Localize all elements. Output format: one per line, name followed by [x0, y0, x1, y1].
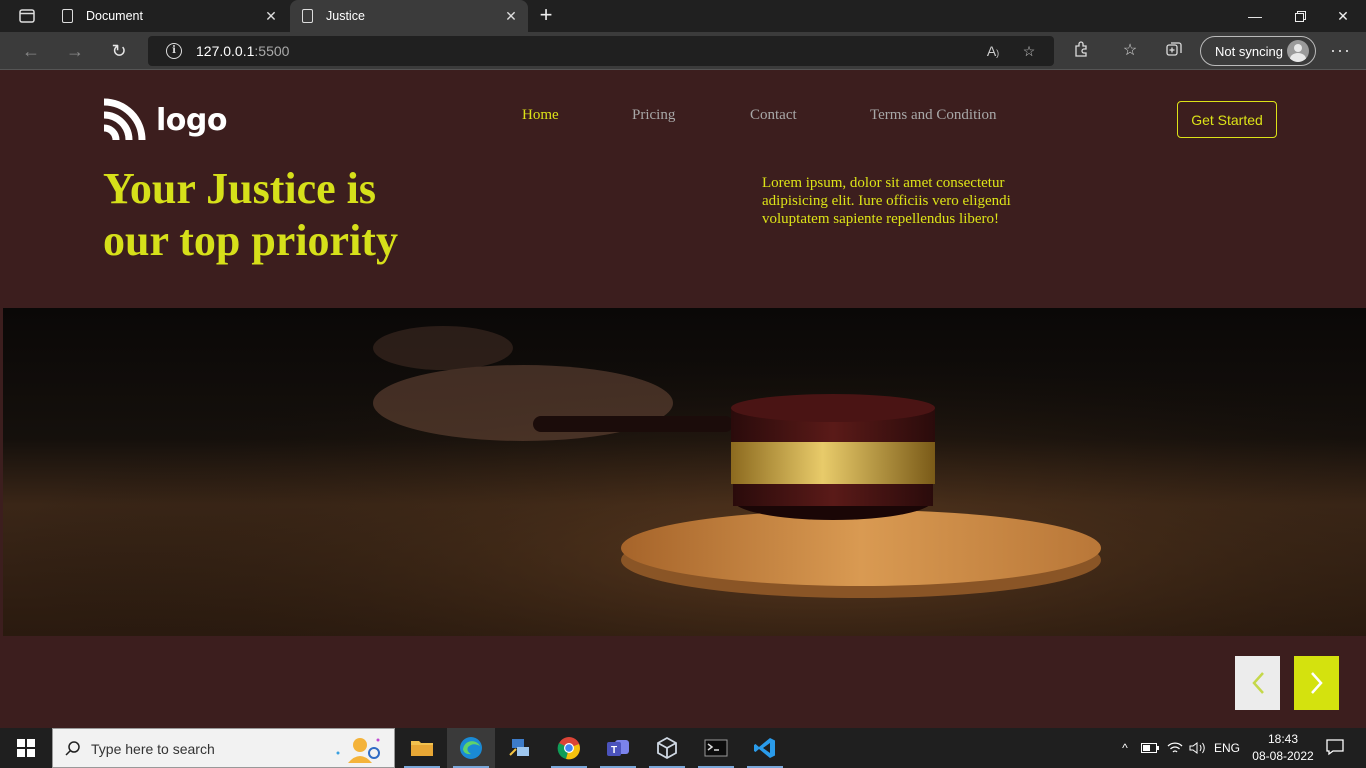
url-text[interactable]: 127.0.0.1:5500: [196, 43, 289, 59]
minimize-icon[interactable]: —: [1232, 0, 1278, 32]
close-tab-icon[interactable]: ✕: [264, 9, 278, 23]
back-icon[interactable]: ←: [20, 40, 42, 62]
forward-icon[interactable]: →: [64, 40, 86, 62]
show-hidden-icons-icon[interactable]: ^: [1116, 728, 1134, 768]
language-indicator[interactable]: ENG: [1212, 728, 1242, 768]
browser-tab-strip: Document ✕ Justice ✕ + — ✕: [0, 0, 1366, 32]
clock-date: 08-08-2022: [1252, 749, 1314, 763]
url-port: :5500: [254, 43, 290, 59]
virtualbox-icon[interactable]: [643, 728, 691, 768]
chevron-right-icon: [1310, 672, 1323, 694]
clock-time: 18:43: [1267, 732, 1299, 746]
windows-taskbar: Type here to search T ^ ENG 18:43 08-08-…: [0, 728, 1366, 768]
terminal-icon[interactable]: [692, 728, 740, 768]
browser-tab-document[interactable]: Document ✕: [50, 0, 288, 32]
get-started-button[interactable]: Get Started: [1177, 101, 1277, 138]
hero-description: Lorem ipsum, dolor sit amet consectetur …: [762, 175, 1011, 227]
chrome-icon[interactable]: [545, 728, 593, 768]
read-aloud-icon[interactable]: A): [984, 42, 1002, 60]
close-tab-icon[interactable]: ✕: [504, 9, 518, 23]
refresh-icon[interactable]: ↻: [108, 40, 130, 62]
edge-browser-icon[interactable]: [447, 728, 495, 768]
windows-start-icon[interactable]: [0, 728, 52, 768]
hero-gavel-image: [3, 308, 1366, 636]
web-page: logo Home Pricing Contact Terms and Cond…: [0, 71, 1366, 728]
file-explorer-icon[interactable]: [398, 728, 446, 768]
site-logo[interactable]: logo: [102, 98, 227, 142]
avatar: [1287, 40, 1309, 62]
chevron-left-icon: [1251, 672, 1264, 694]
volume-icon[interactable]: [1188, 728, 1208, 768]
tab-title: Document: [86, 9, 143, 23]
sync-label: Not syncing: [1215, 43, 1283, 59]
search-icon: [65, 741, 80, 756]
close-window-icon[interactable]: ✕: [1320, 0, 1366, 32]
carousel-next-button[interactable]: [1294, 656, 1339, 710]
hero-title: Your Justice is our top priority: [103, 164, 398, 265]
search-placeholder: Type here to search: [91, 741, 215, 757]
page-icon: [302, 9, 313, 23]
new-tab-icon[interactable]: +: [536, 4, 556, 26]
logo-text: logo: [156, 102, 227, 138]
logo-icon: [103, 98, 146, 141]
system-clock[interactable]: 18:43 08-08-2022: [1252, 731, 1314, 765]
url-host: 127.0.0.1: [196, 43, 255, 59]
restore-icon[interactable]: [1277, 0, 1323, 32]
nav-contact[interactable]: Contact: [750, 107, 797, 124]
nav-pricing[interactable]: Pricing: [632, 107, 675, 124]
address-bar[interactable]: i 127.0.0.1:5500 A) ☆: [148, 36, 1054, 66]
vscode-icon[interactable]: [741, 728, 789, 768]
browser-toolbar: ← → ↻ i 127.0.0.1:5500 A) ☆ ☆ Not syncin…: [0, 32, 1366, 70]
search-highlight-icon: [336, 738, 380, 763]
notification-icon[interactable]: [1326, 738, 1344, 756]
battery-icon[interactable]: [1140, 728, 1160, 768]
tab-actions-icon[interactable]: [10, 6, 44, 26]
profile-sync-button[interactable]: Not syncing: [1200, 36, 1316, 66]
page-icon: [62, 9, 73, 23]
browser-tab-justice[interactable]: Justice ✕: [290, 0, 528, 32]
svg-text:T: T: [611, 745, 617, 756]
network-app-icon[interactable]: [496, 728, 544, 768]
tab-title: Justice: [326, 9, 365, 23]
carousel-prev-button[interactable]: [1235, 656, 1280, 710]
favorite-star-icon[interactable]: ☆: [1020, 42, 1038, 60]
extensions-icon[interactable]: [1070, 41, 1092, 61]
taskbar-search-box[interactable]: Type here to search: [52, 728, 395, 768]
nav-terms[interactable]: Terms and Condition: [870, 107, 996, 124]
site-info-icon[interactable]: i: [166, 43, 182, 59]
nav-home[interactable]: Home: [522, 107, 559, 124]
teams-icon[interactable]: T: [594, 728, 642, 768]
favorites-icon[interactable]: ☆: [1119, 41, 1141, 61]
collections-icon[interactable]: [1163, 41, 1185, 61]
wifi-icon[interactable]: [1165, 728, 1185, 768]
more-options-icon[interactable]: ···: [1330, 41, 1351, 59]
